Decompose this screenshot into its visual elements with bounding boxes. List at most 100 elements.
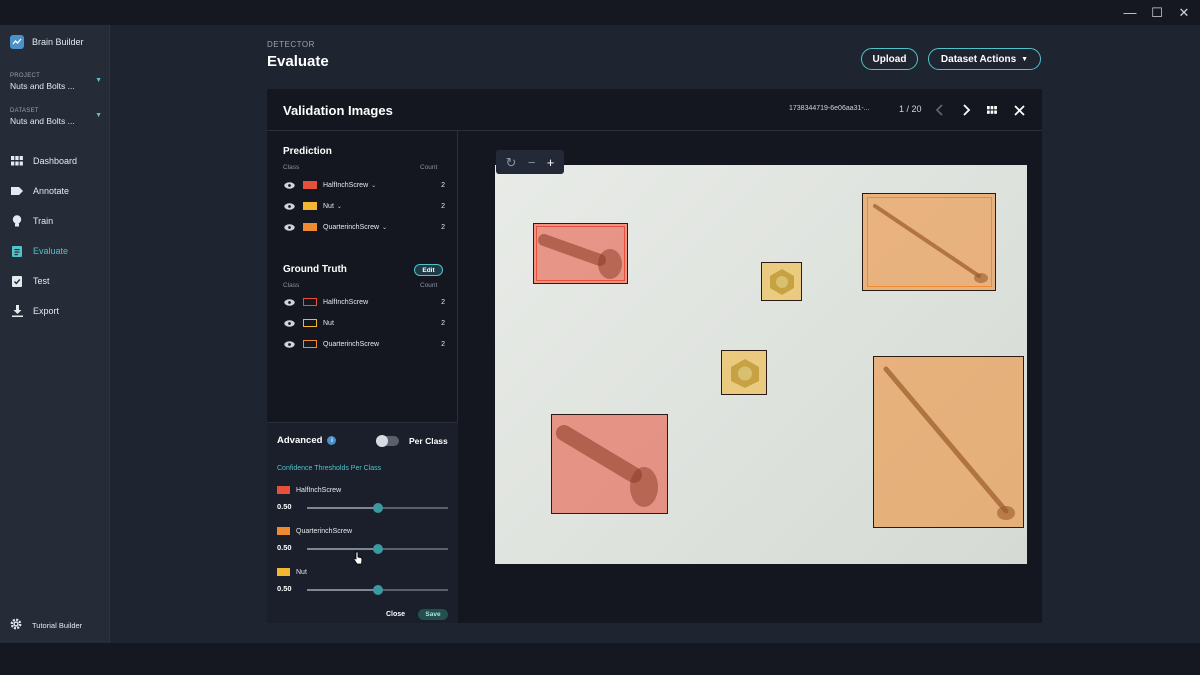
validation-images-panel: Validation Images 1738344719-6e06aa31-..… xyxy=(267,89,1042,623)
nav-train[interactable]: Train xyxy=(0,209,110,233)
nav-test[interactable]: Test xyxy=(0,269,110,293)
nav-label: Evaluate xyxy=(33,246,69,256)
upload-button[interactable]: Upload xyxy=(861,48,918,70)
class-label: HalfInchScrew xyxy=(323,298,369,306)
threshold-class: HalfInchScrew xyxy=(277,486,341,494)
chevron-down-icon[interactable]: ⌄ xyxy=(371,182,376,189)
chevron-down-icon[interactable]: ⌄ xyxy=(337,203,342,210)
reset-icon[interactable]: ↻ xyxy=(506,156,517,169)
nav-label: Dashboard xyxy=(33,156,78,166)
threshold-class-label: QuarterinchScrew xyxy=(296,527,353,535)
image-canvas[interactable] xyxy=(495,165,1027,564)
screw-object xyxy=(556,425,658,507)
eye-icon[interactable] xyxy=(283,318,295,328)
close-panel-button[interactable] xyxy=(1010,101,1028,119)
minimize-button[interactable]: — xyxy=(1118,4,1142,22)
eye-icon[interactable] xyxy=(283,297,295,307)
class-count: 2 xyxy=(441,319,445,327)
eye-icon[interactable] xyxy=(283,201,295,211)
slider-thumb[interactable] xyxy=(372,503,383,513)
close-window-button[interactable]: ✕ xyxy=(1172,4,1196,22)
nav-evaluate[interactable]: Evaluate xyxy=(0,239,110,263)
sidebar: Brain Builder PROJECT Nuts and Bolts ...… xyxy=(0,25,110,643)
threshold-value: 0.50 xyxy=(277,584,292,593)
halfinch-screw-box[interactable] xyxy=(533,223,628,284)
class-label: Nut xyxy=(323,202,334,210)
nav-dashboard[interactable]: Dashboard xyxy=(0,149,110,173)
info-icon[interactable]: i xyxy=(327,436,337,445)
prev-image-button[interactable] xyxy=(930,101,948,119)
chevron-right-icon xyxy=(963,104,971,116)
nav-label: Test xyxy=(33,276,50,286)
advanced-label: Advanced xyxy=(277,435,323,446)
threshold-class: Nut xyxy=(277,568,307,576)
close-button[interactable]: Close xyxy=(386,611,405,618)
class-label: QuarterinchScrew xyxy=(323,340,380,348)
class-count: 2 xyxy=(441,298,445,306)
lightbulb-icon xyxy=(11,215,23,227)
class-outline-swatch xyxy=(303,340,317,348)
per-class-toggle[interactable] xyxy=(376,435,399,447)
class-color-swatch xyxy=(303,223,317,231)
chevron-down-icon: ▼ xyxy=(95,112,102,119)
ground-truth-row[interactable]: Nut 2 xyxy=(283,316,445,330)
nut-box[interactable] xyxy=(721,350,767,395)
prediction-row[interactable]: HalfInchScrew ⌄ 2 xyxy=(283,178,445,192)
zoom-in-icon[interactable]: + xyxy=(547,156,555,169)
threshold-slider[interactable] xyxy=(307,503,448,513)
next-image-button[interactable] xyxy=(958,101,976,119)
nut-box[interactable] xyxy=(761,262,802,301)
threshold-slider[interactable] xyxy=(307,585,448,595)
panel-title: Validation Images xyxy=(283,103,393,118)
grid-view-button[interactable] xyxy=(983,101,1001,119)
eye-icon[interactable] xyxy=(283,222,295,232)
window-titlebar: — ☐ ✕ xyxy=(0,0,1200,25)
eye-icon[interactable] xyxy=(283,339,295,349)
zoom-out-icon[interactable]: − xyxy=(528,156,536,169)
nut-object xyxy=(731,359,759,388)
tutorial-builder-link[interactable]: Tutorial Builder xyxy=(10,618,82,632)
slider-thumb[interactable] xyxy=(372,585,383,595)
class-color-swatch xyxy=(303,181,317,189)
nav-annotate[interactable]: Annotate xyxy=(0,179,110,203)
halfinch-screw-box[interactable] xyxy=(551,414,668,514)
maximize-button[interactable]: ☐ xyxy=(1145,4,1169,22)
class-color-swatch xyxy=(277,486,290,494)
prediction-row[interactable]: Nut ⌄ 2 xyxy=(283,199,445,213)
prediction-class-header: Class xyxy=(283,164,300,171)
eye-icon[interactable] xyxy=(283,180,295,190)
ground-truth-row[interactable]: HalfInchScrew 2 xyxy=(283,295,445,309)
tag-icon xyxy=(11,185,23,197)
threshold-class: QuarterinchScrew xyxy=(277,527,352,535)
threshold-slider[interactable] xyxy=(307,544,448,554)
per-class-label: Per Class xyxy=(409,436,448,446)
chevron-down-icon: ▼ xyxy=(95,77,102,84)
slider-thumb[interactable] xyxy=(372,544,383,554)
class-label: QuarterinchScrew xyxy=(323,223,380,231)
project-label: PROJECT xyxy=(10,73,41,79)
class-count: 2 xyxy=(441,340,445,348)
dataset-selector[interactable]: DATASET Nuts and Bolts ... ▼ xyxy=(10,108,102,126)
chevron-down-icon[interactable]: ⌄ xyxy=(382,224,387,231)
dataset-actions-button[interactable]: Dataset Actions ▼ xyxy=(928,48,1041,70)
nut-object xyxy=(770,269,794,295)
prediction-row[interactable]: QuarterinchScrew ⌄ 2 xyxy=(283,220,445,234)
ground-truth-title: Ground Truth xyxy=(283,264,347,275)
class-outline-swatch xyxy=(303,319,317,327)
dataset-label: DATASET xyxy=(10,108,39,114)
nav-label: Export xyxy=(33,306,60,316)
edit-ground-truth-button[interactable]: Edit xyxy=(414,264,443,276)
brain-builder-logo-icon xyxy=(10,35,24,49)
prediction-count-header: Count xyxy=(420,164,438,171)
clipboard-check-icon xyxy=(11,275,23,287)
project-selector[interactable]: PROJECT Nuts and Bolts ... ▼ xyxy=(10,73,102,91)
nav-export[interactable]: Export xyxy=(0,299,110,323)
threshold-class-label: Nut xyxy=(296,568,307,576)
legend-column: Prediction Class Count HalfInchScrew ⌄ 2… xyxy=(267,131,458,623)
app-brand[interactable]: Brain Builder xyxy=(10,35,84,49)
ground-truth-row[interactable]: QuarterinchScrew 2 xyxy=(283,337,445,351)
page-title: Evaluate xyxy=(267,53,329,70)
quarterinch-screw-box[interactable] xyxy=(862,193,996,291)
save-button[interactable]: Save xyxy=(418,609,448,620)
quarterinch-screw-box[interactable] xyxy=(873,356,1024,528)
